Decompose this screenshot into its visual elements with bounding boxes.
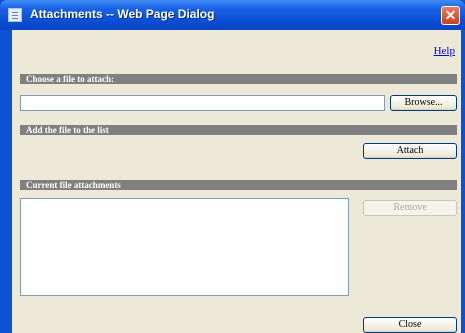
choose-file-header: Choose a file to attach: [20, 74, 457, 84]
window-title: Attachments -- Web Page Dialog [30, 7, 215, 21]
file-path-input[interactable] [20, 95, 385, 111]
dialog-window-icon [8, 8, 22, 22]
browse-button[interactable]: Browse... [390, 95, 457, 111]
title-bar[interactable]: Attachments -- Web Page Dialog ✕ [0, 0, 465, 30]
close-window-button[interactable]: ✕ [441, 6, 460, 25]
remove-button: Remove [363, 200, 457, 216]
attachments-list[interactable] [20, 198, 349, 296]
attach-button[interactable]: Attach [363, 143, 457, 159]
current-attachments-header: Current file attachments [20, 180, 457, 190]
dialog-window: Attachments -- Web Page Dialog ✕ Help Ch… [0, 0, 465, 333]
close-button[interactable]: Close [363, 317, 457, 333]
help-link[interactable]: Help [434, 45, 455, 57]
dialog-body: Help Choose a file to attach: Browse... … [12, 30, 461, 333]
add-file-header: Add the file to the list [20, 125, 457, 135]
